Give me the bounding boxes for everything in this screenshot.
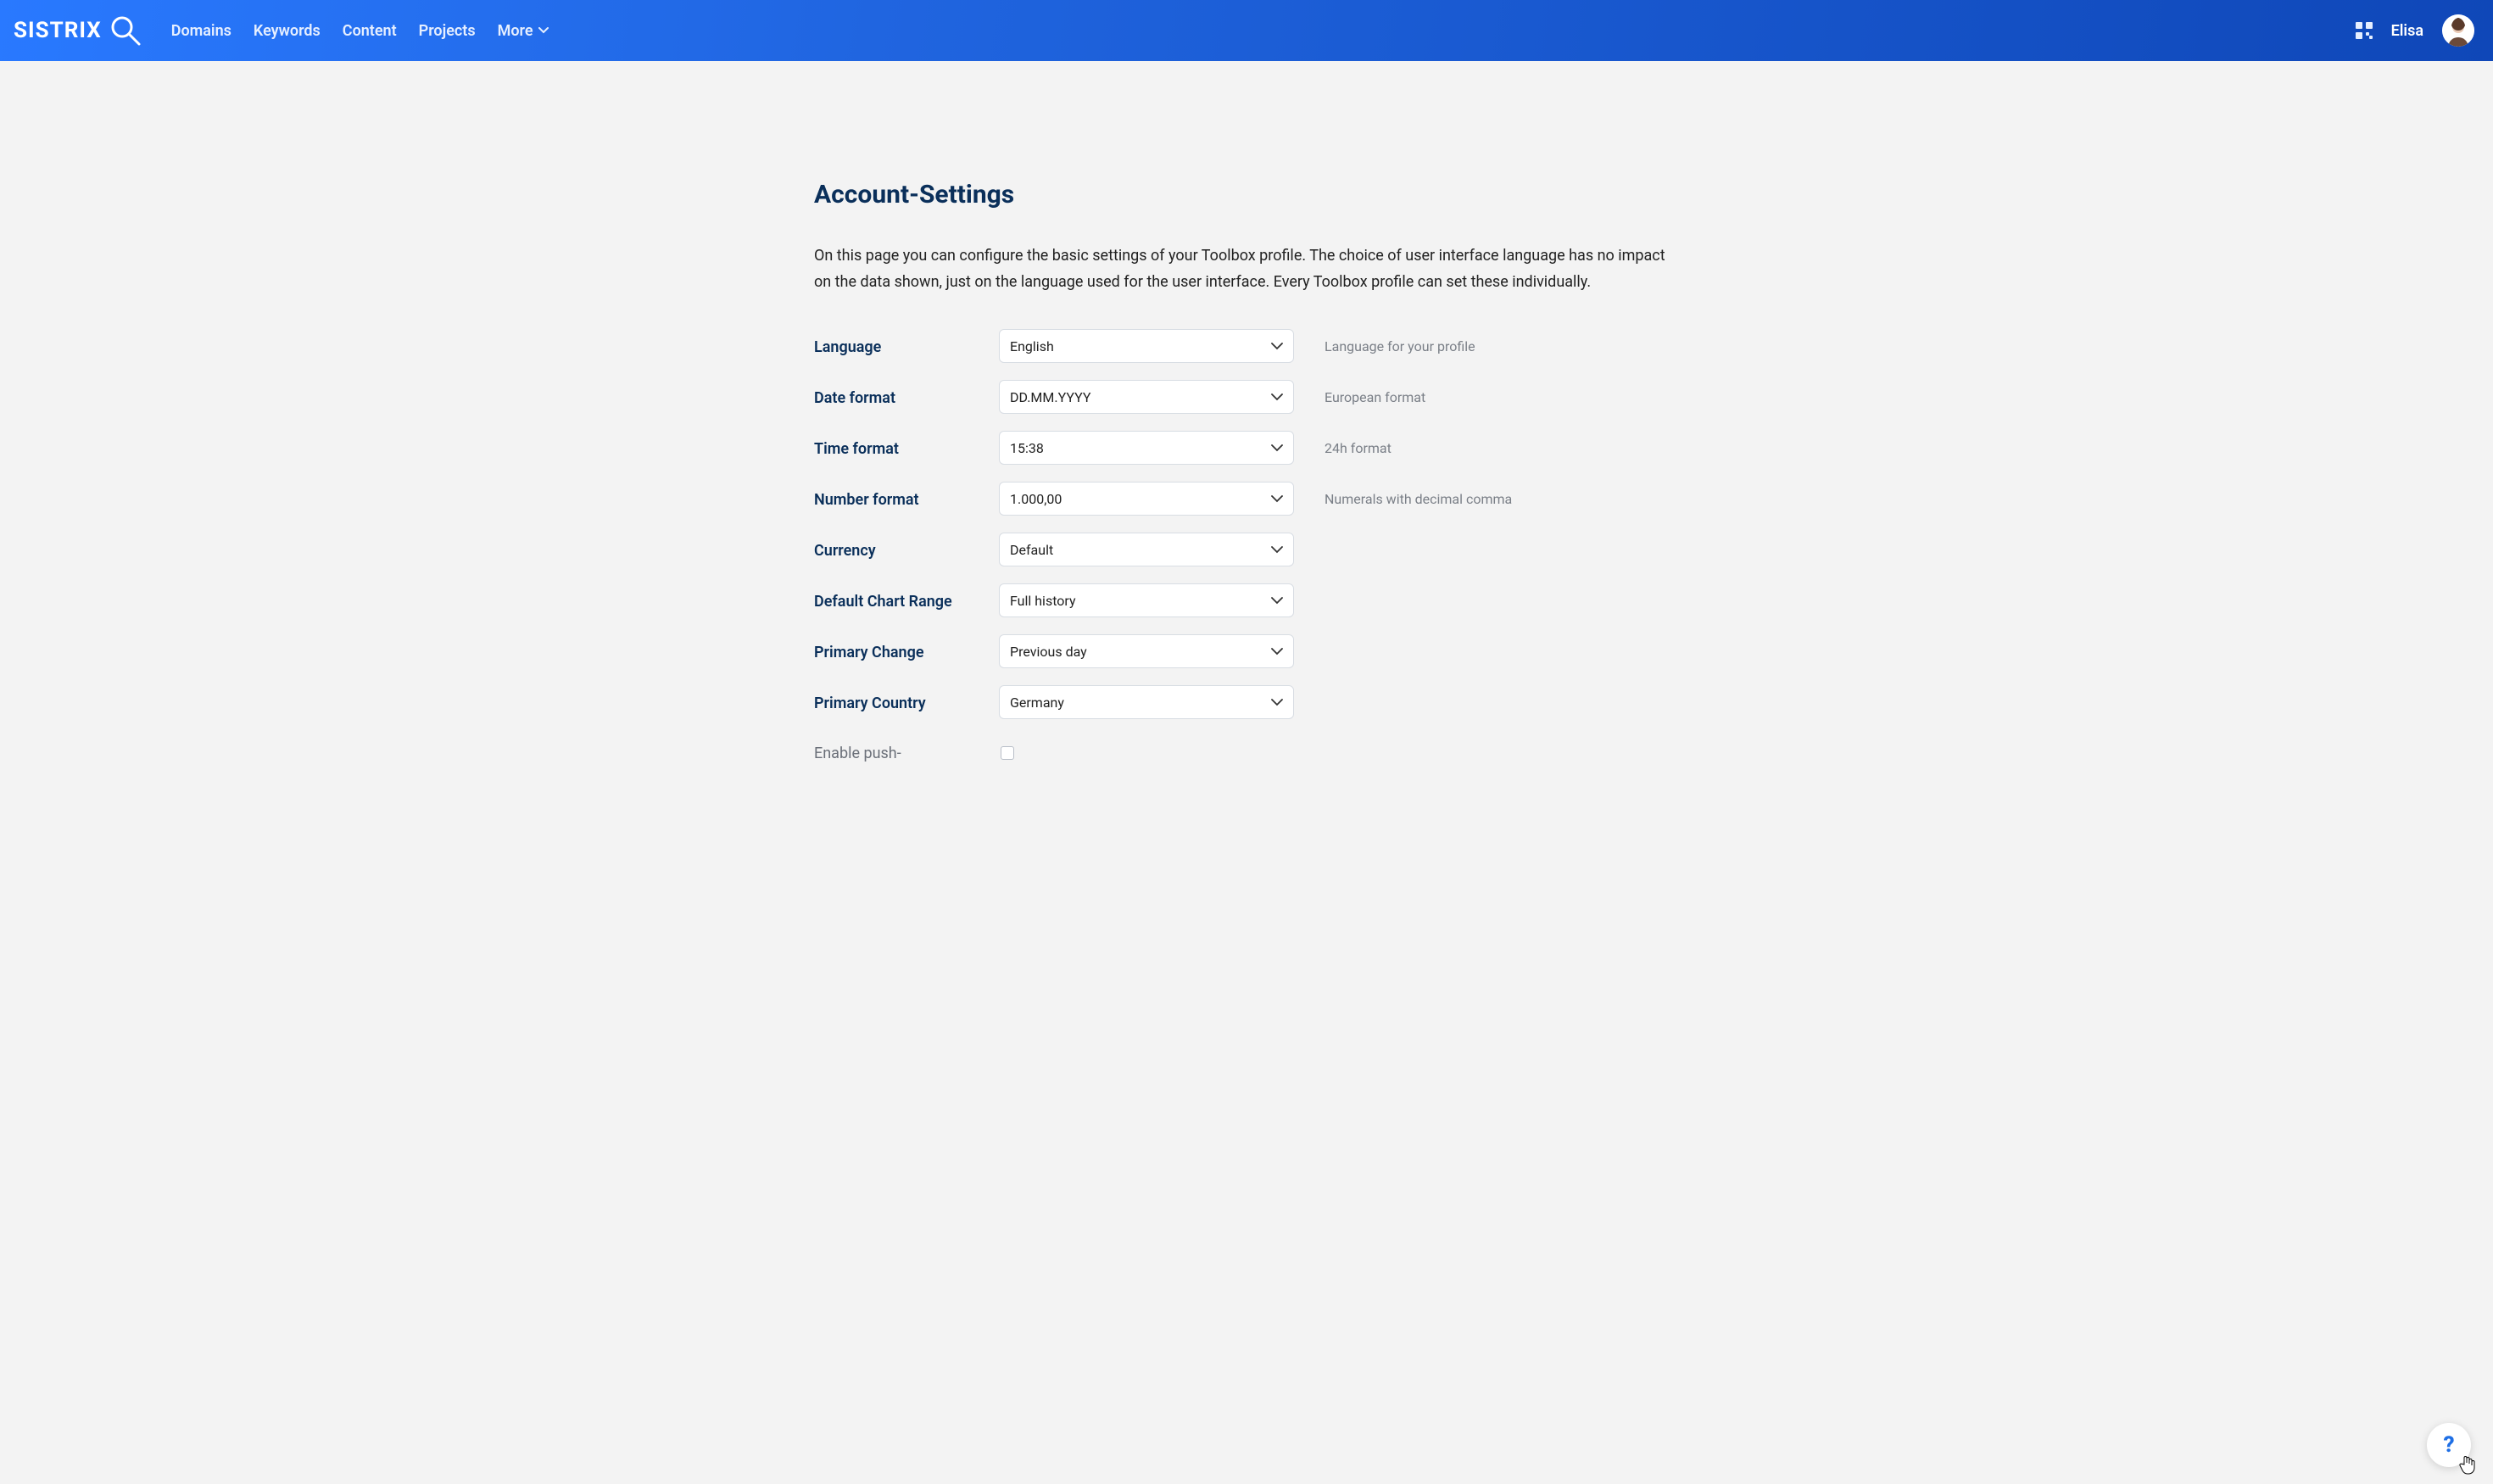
select-number-format[interactable]: 1.000,00	[999, 482, 1294, 516]
logo-text: SISTRIX	[14, 18, 102, 43]
row-currency: Currency Default	[814, 533, 1679, 566]
chevron-down-icon	[1271, 343, 1283, 350]
nav-domains[interactable]: Domains	[171, 22, 231, 40]
nav-projects[interactable]: Projects	[419, 22, 476, 40]
select-number-format-value: 1.000,00	[1010, 491, 1271, 507]
select-chart-range-value: Full history	[1010, 593, 1271, 609]
row-chart-range: Default Chart Range Full history	[814, 583, 1679, 617]
chevron-down-icon	[1271, 699, 1283, 706]
hint-date-format: European format	[1325, 389, 1425, 405]
select-date-format[interactable]: DD.MM.YYYY	[999, 380, 1294, 414]
chevron-down-icon	[1271, 648, 1283, 656]
chevron-down-icon	[538, 27, 549, 34]
select-primary-country-value: Germany	[1010, 695, 1271, 711]
page-title: Account-Settings	[814, 180, 1679, 209]
nav-keywords-label: Keywords	[254, 22, 321, 40]
select-primary-country[interactable]: Germany	[999, 685, 1294, 719]
search-icon	[107, 12, 144, 49]
select-language[interactable]: English	[999, 329, 1294, 363]
nav-keywords[interactable]: Keywords	[254, 22, 321, 40]
select-currency-value: Default	[1010, 542, 1271, 558]
help-button[interactable]: ?	[2427, 1423, 2471, 1467]
page-description: On this page you can configure the basic…	[814, 243, 1679, 295]
select-chart-range[interactable]: Full history	[999, 583, 1294, 617]
select-time-format-value: 15:38	[1010, 440, 1271, 456]
label-currency: Currency	[814, 540, 999, 560]
help-icon: ?	[2443, 1432, 2454, 1458]
avatar[interactable]	[2442, 14, 2474, 47]
chevron-down-icon	[1271, 546, 1283, 554]
checkbox-enable-push[interactable]	[1001, 746, 1014, 760]
chevron-down-icon	[1271, 444, 1283, 452]
label-enable-push: Enable push-	[814, 743, 999, 762]
row-date-format: Date format DD.MM.YYYY European format	[814, 380, 1679, 414]
row-number-format: Number format 1.000,00 Numerals with dec…	[814, 482, 1679, 516]
chevron-down-icon	[1271, 393, 1283, 401]
nav-more[interactable]: More	[498, 22, 549, 40]
hint-number-format: Numerals with decimal comma	[1325, 491, 1512, 507]
select-currency[interactable]: Default	[999, 533, 1294, 566]
nav-content-label: Content	[343, 22, 397, 40]
hint-language: Language for your profile	[1325, 338, 1475, 354]
page-content: Account-Settings On this page you can co…	[797, 61, 1696, 813]
label-number-format: Number format	[814, 489, 999, 509]
label-chart-range: Default Chart Range	[814, 591, 999, 611]
label-primary-change: Primary Change	[814, 642, 999, 661]
row-primary-change: Primary Change Previous day	[814, 634, 1679, 668]
label-primary-country: Primary Country	[814, 693, 999, 712]
select-primary-change[interactable]: Previous day	[999, 634, 1294, 668]
select-primary-change-value: Previous day	[1010, 644, 1271, 660]
label-date-format: Date format	[814, 388, 999, 407]
label-time-format: Time format	[814, 438, 999, 458]
nav-more-label: More	[498, 22, 533, 40]
logo[interactable]: SISTRIX	[14, 12, 144, 49]
main-nav: Domains Keywords Content Projects More	[171, 22, 549, 40]
select-time-format[interactable]: 15:38	[999, 431, 1294, 465]
header-right: Elisa	[2356, 14, 2474, 47]
nav-domains-label: Domains	[171, 22, 231, 40]
label-language: Language	[814, 337, 999, 356]
chevron-down-icon	[1271, 495, 1283, 503]
row-enable-push: Enable push-	[814, 743, 1679, 762]
nav-content[interactable]: Content	[343, 22, 397, 40]
row-language: Language English Language for your profi…	[814, 329, 1679, 363]
nav-projects-label: Projects	[419, 22, 476, 40]
select-language-value: English	[1010, 338, 1271, 354]
hint-time-format: 24h format	[1325, 440, 1392, 456]
username[interactable]: Elisa	[2391, 22, 2423, 40]
app-header: SISTRIX Domains Keywords Content Project…	[0, 0, 2493, 61]
row-primary-country: Primary Country Germany	[814, 685, 1679, 719]
apps-grid-icon[interactable]	[2356, 22, 2373, 39]
chevron-down-icon	[1271, 597, 1283, 605]
row-time-format: Time format 15:38 24h format	[814, 431, 1679, 465]
select-date-format-value: DD.MM.YYYY	[1010, 389, 1271, 405]
